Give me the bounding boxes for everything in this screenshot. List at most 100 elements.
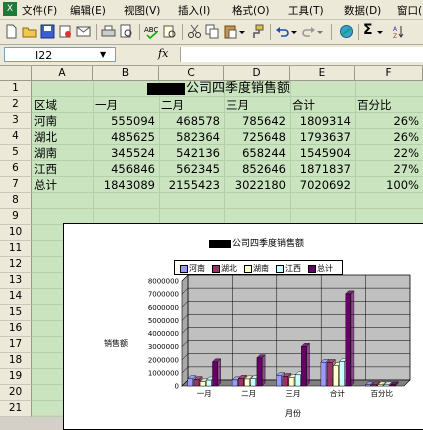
row-header-13[interactable]: 13: [0, 273, 32, 289]
row-header-18[interactable]: 18: [0, 353, 32, 369]
row-header-19[interactable]: 19: [0, 369, 32, 385]
column-header-d[interactable]: D: [224, 66, 290, 81]
autosum-icon[interactable]: Σ: [363, 22, 373, 38]
new-icon[interactable]: [4, 24, 19, 39]
region-cell[interactable]: 江西: [34, 161, 57, 177]
value-cell[interactable]: 100%: [355, 177, 419, 193]
region-cell[interactable]: 总计: [34, 177, 57, 193]
region-cell[interactable]: 湖北: [34, 129, 57, 145]
row-header-9[interactable]: 9: [0, 209, 32, 225]
excel-icon[interactable]: X: [3, 2, 17, 16]
value-cell[interactable]: 1793637: [290, 129, 351, 145]
value-cell[interactable]: 1843089: [93, 177, 155, 193]
value-cell[interactable]: 852646: [224, 161, 286, 177]
undo-icon[interactable]: [275, 24, 290, 39]
value-cell[interactable]: 725648: [224, 129, 286, 145]
bar: [231, 379, 238, 387]
save-icon[interactable]: [40, 24, 55, 39]
region-cell[interactable]: 河南: [34, 113, 57, 129]
value-cell[interactable]: 555094: [93, 113, 155, 129]
row-header-14[interactable]: 14: [0, 289, 32, 305]
row-header-15[interactable]: 15: [0, 305, 32, 321]
row-header-8[interactable]: 8: [0, 193, 32, 209]
select-all-corner[interactable]: [0, 66, 32, 81]
value-cell[interactable]: 2155423: [159, 177, 220, 193]
value-cell[interactable]: 658244: [224, 145, 286, 161]
cut-icon[interactable]: [187, 24, 202, 39]
spelling-icon[interactable]: ABC: [144, 24, 159, 39]
sort-icon[interactable]: AZ: [393, 24, 423, 39]
value-cell[interactable]: 26%: [355, 129, 419, 145]
value-cell[interactable]: 785642: [224, 113, 286, 129]
copy-icon[interactable]: [205, 24, 220, 39]
header-cell[interactable]: 三月: [226, 97, 249, 113]
value-cell[interactable]: 456846: [93, 161, 155, 177]
menu-view[interactable]: 视图(V): [124, 3, 160, 18]
menu-data[interactable]: 数据(D): [344, 3, 381, 18]
menu-insert[interactable]: 插入(I): [178, 3, 210, 18]
paste-dropdown-icon[interactable]: [238, 24, 246, 39]
value-cell[interactable]: 485625: [93, 129, 155, 145]
undo-dropdown-icon[interactable]: [290, 24, 298, 39]
value-cell[interactable]: 562345: [159, 161, 220, 177]
row-header-17[interactable]: 17: [0, 337, 32, 353]
name-box-dropdown-icon[interactable]: ▼: [100, 50, 106, 59]
email-icon[interactable]: [76, 24, 91, 39]
row-header-11[interactable]: 11: [0, 241, 32, 257]
value-cell[interactable]: 468578: [159, 113, 220, 129]
value-cell[interactable]: 26%: [355, 113, 419, 129]
format-painter-icon[interactable]: [250, 24, 265, 39]
header-cell[interactable]: 一月: [95, 97, 118, 113]
value-cell[interactable]: 1545904: [290, 145, 351, 161]
value-cell[interactable]: 582364: [159, 129, 220, 145]
menu-tools[interactable]: 工具(T): [288, 3, 324, 18]
research-icon[interactable]: [162, 24, 177, 39]
header-cell[interactable]: 二月: [161, 97, 184, 113]
header-cell[interactable]: 百分比: [357, 97, 392, 113]
autosum-dropdown-icon[interactable]: [376, 24, 384, 39]
row-header-5[interactable]: 5: [0, 145, 32, 161]
row-header-3[interactable]: 3: [0, 113, 32, 129]
menu-edit[interactable]: 编辑(E): [70, 3, 106, 18]
row-header-7[interactable]: 7: [0, 177, 32, 193]
paste-icon[interactable]: [223, 24, 238, 39]
permission-icon[interactable]: [58, 24, 73, 39]
value-cell[interactable]: 1871837: [290, 161, 351, 177]
row-header-1[interactable]: 1: [0, 81, 32, 97]
row-header-12[interactable]: 12: [0, 257, 32, 273]
value-cell[interactable]: 27%: [355, 161, 419, 177]
column-header-e[interactable]: E: [290, 66, 355, 81]
column-header-a[interactable]: A: [32, 66, 93, 81]
menu-file[interactable]: 文件(F): [22, 3, 57, 18]
value-cell[interactable]: 1809314: [290, 113, 351, 129]
value-cell[interactable]: 542136: [159, 145, 220, 161]
print-preview-icon[interactable]: [119, 24, 134, 39]
formula-input[interactable]: [180, 47, 423, 62]
value-cell[interactable]: 22%: [355, 145, 419, 161]
value-cell[interactable]: 3022180: [224, 177, 286, 193]
header-cell[interactable]: 区域: [34, 97, 57, 113]
column-header-f[interactable]: F: [355, 66, 423, 81]
header-cell[interactable]: 合计: [292, 97, 315, 113]
row-header-6[interactable]: 6: [0, 161, 32, 177]
row-header-4[interactable]: 4: [0, 129, 32, 145]
menu-window[interactable]: 窗口(: [397, 3, 422, 18]
cells-area[interactable]: 公司四季度销售额 区域 一月 二月 三月 合计 百分比 河南 555094 468578 7856…: [32, 81, 423, 430]
menu-format[interactable]: 格式(O): [232, 3, 269, 18]
value-cell[interactable]: 7020692: [290, 177, 351, 193]
column-header-c[interactable]: C: [159, 66, 224, 81]
hyperlink-icon[interactable]: [339, 24, 354, 39]
print-icon[interactable]: [101, 24, 116, 39]
value-cell[interactable]: 345524: [93, 145, 155, 161]
row-header-16[interactable]: 16: [0, 321, 32, 337]
region-cell[interactable]: 湖南: [34, 145, 57, 161]
row-header-20[interactable]: 20: [0, 385, 32, 401]
row-header-10[interactable]: 10: [0, 225, 32, 241]
insert-function-icon[interactable]: fx: [158, 47, 168, 60]
row-header-2[interactable]: 2: [0, 97, 32, 113]
redo-dropdown-icon[interactable]: [316, 24, 324, 39]
embedded-chart[interactable]: 公司四季度销售额 河南 湖北 湖南 江西 总计 8000000 7000000 600000…: [63, 223, 423, 430]
redo-icon[interactable]: [301, 24, 316, 39]
open-icon[interactable]: [22, 24, 37, 39]
column-header-b[interactable]: B: [93, 66, 159, 81]
